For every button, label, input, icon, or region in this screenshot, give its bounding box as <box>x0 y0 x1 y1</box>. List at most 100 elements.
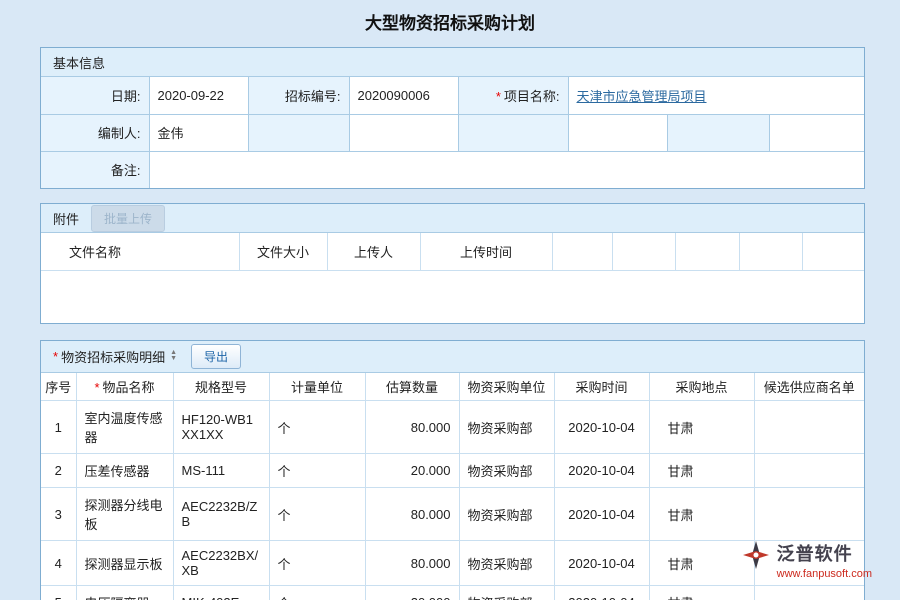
required-mark: * <box>496 89 501 104</box>
bid-number-field: 2020090006 <box>349 77 458 114</box>
attachments-table: 文件名称 文件大小 上传人 上传时间 <box>41 233 864 271</box>
detail-required-mark: * <box>53 349 58 364</box>
basic-info-panel: 基本信息 日期: 2020-09-22 招标编号: 2020090006 *项目… <box>40 47 865 189</box>
header-supplier-list: 候选供应商名单 <box>754 373 864 401</box>
empty-value-cell <box>349 114 458 151</box>
cell-unit: 个 <box>269 541 365 586</box>
cell-est-qty: 80.000 <box>365 541 459 586</box>
basic-info-title: 基本信息 <box>53 53 105 72</box>
header-file-name: 文件名称 <box>41 233 239 270</box>
detail-row: 1 室内温度传感器 HF120-WB1XX1XX 个 80.000 物资采购部 … <box>41 401 864 454</box>
cell-est-qty: 80.000 <box>365 401 459 454</box>
cell-unit: 个 <box>269 488 365 541</box>
cell-spec-model: AEC2232B/ZB <box>173 488 269 541</box>
detail-title: 物资招标采购明细 <box>61 347 165 366</box>
detail-header: * 物资招标采购明细 ▲▼ 导出 <box>41 341 864 373</box>
project-name-label-text: 项目名称: <box>504 89 560 104</box>
header-purchase-place: 采购地点 <box>649 373 754 401</box>
header-uploader: 上传人 <box>327 233 420 270</box>
creator-label: 编制人: <box>41 114 149 151</box>
project-name-field: 天津市应急管理局项目 <box>568 77 864 114</box>
attachments-title: 附件 <box>53 209 79 228</box>
header-unit: 计量单位 <box>269 373 365 401</box>
header-seq: 序号 <box>41 373 76 401</box>
cell-item-name: 探测器显示板 <box>76 541 173 586</box>
cell-seq: 1 <box>41 401 76 454</box>
batch-upload-button[interactable]: 批量上传 <box>91 205 165 232</box>
cell-purchase-place: 甘肃 <box>649 488 754 541</box>
brand-watermark: 泛普软件 www.fanpusoft.com <box>741 540 872 580</box>
empty-header-cell <box>612 233 675 270</box>
detail-row: 2 压差传感器 MS-111 个 20.000 物资采购部 2020-10-04… <box>41 454 864 488</box>
cell-seq: 5 <box>41 586 76 600</box>
cell-spec-model: AEC2232BX/XB <box>173 541 269 586</box>
empty-label-cell <box>248 114 349 151</box>
cell-purchase-dept: 物资采购部 <box>459 541 554 586</box>
attachments-panel: 附件 批量上传 文件名称 文件大小 上传人 上传时间 <box>40 203 865 324</box>
cell-purchase-dept: 物资采购部 <box>459 586 554 600</box>
cell-purchase-place: 甘肃 <box>649 586 754 600</box>
cell-unit: 个 <box>269 401 365 454</box>
cell-item-name: 电压隔离器 <box>76 586 173 600</box>
header-purchase-dept: 物资采购单位 <box>459 373 554 401</box>
cell-purchase-time: 2020-10-04 <box>554 541 649 586</box>
export-button[interactable]: 导出 <box>191 344 241 369</box>
attachments-header: 附件 批量上传 <box>41 204 864 233</box>
detail-row: 3 探测器分线电板 AEC2232B/ZB 个 80.000 物资采购部 202… <box>41 488 864 541</box>
header-spec-model: 规格型号 <box>173 373 269 401</box>
header-est-qty: 估算数量 <box>365 373 459 401</box>
cell-est-qty: 20.000 <box>365 586 459 600</box>
cell-seq: 3 <box>41 488 76 541</box>
page-title: 大型物资招标采购计划 <box>0 0 900 34</box>
cell-unit: 个 <box>269 454 365 488</box>
cell-purchase-time: 2020-10-04 <box>554 586 649 600</box>
cell-supplier-list <box>754 488 864 541</box>
cell-item-name: 探测器分线电板 <box>76 488 173 541</box>
cell-seq: 4 <box>41 541 76 586</box>
empty-value-cell <box>769 114 864 151</box>
header-file-size: 文件大小 <box>239 233 327 270</box>
project-name-link[interactable]: 天津市应急管理局项目 <box>577 89 707 104</box>
date-field: 2020-09-22 <box>149 77 248 114</box>
fanpu-logo-icon <box>741 540 771 570</box>
sort-down-icon: ▼ <box>170 356 177 362</box>
empty-header-cell <box>675 233 739 270</box>
cell-purchase-dept: 物资采购部 <box>459 454 554 488</box>
cell-seq: 2 <box>41 454 76 488</box>
header-item-name-text: 物品名称 <box>103 380 155 395</box>
cell-purchase-place: 甘肃 <box>649 401 754 454</box>
empty-label-cell <box>458 114 568 151</box>
cell-supplier-list <box>754 401 864 454</box>
empty-value-cell <box>568 114 667 151</box>
bid-number-label: 招标编号: <box>248 77 349 114</box>
brand-name: 泛普软件 <box>777 540 872 566</box>
cell-item-name: 压差传感器 <box>76 454 173 488</box>
cell-purchase-place: 甘肃 <box>649 541 754 586</box>
cell-est-qty: 20.000 <box>365 454 459 488</box>
project-name-label: *项目名称: <box>458 77 568 114</box>
brand-website: www.fanpusoft.com <box>777 568 872 580</box>
creator-field: 金伟 <box>149 114 248 151</box>
cell-spec-model: MS-111 <box>173 454 269 488</box>
empty-header-cell <box>802 233 864 270</box>
cell-spec-model: MIK-402E <box>173 586 269 600</box>
basic-info-table: 日期: 2020-09-22 招标编号: 2020090006 *项目名称: 天… <box>41 77 864 188</box>
cell-est-qty: 80.000 <box>365 488 459 541</box>
empty-header-cell <box>552 233 612 270</box>
remark-field <box>149 151 864 188</box>
cell-supplier-list <box>754 586 864 600</box>
cell-purchase-dept: 物资采购部 <box>459 488 554 541</box>
cell-purchase-dept: 物资采购部 <box>459 401 554 454</box>
cell-purchase-place: 甘肃 <box>649 454 754 488</box>
header-item-name: *物品名称 <box>76 373 173 401</box>
header-upload-time: 上传时间 <box>420 233 552 270</box>
cell-purchase-time: 2020-10-04 <box>554 454 649 488</box>
cell-purchase-time: 2020-10-04 <box>554 401 649 454</box>
date-label: 日期: <box>41 77 149 114</box>
sort-icon[interactable]: ▲▼ <box>170 350 177 362</box>
empty-header-cell <box>739 233 802 270</box>
basic-info-header: 基本信息 <box>41 48 864 77</box>
header-purchase-time: 采购时间 <box>554 373 649 401</box>
cell-supplier-list <box>754 454 864 488</box>
cell-spec-model: HF120-WB1XX1XX <box>173 401 269 454</box>
